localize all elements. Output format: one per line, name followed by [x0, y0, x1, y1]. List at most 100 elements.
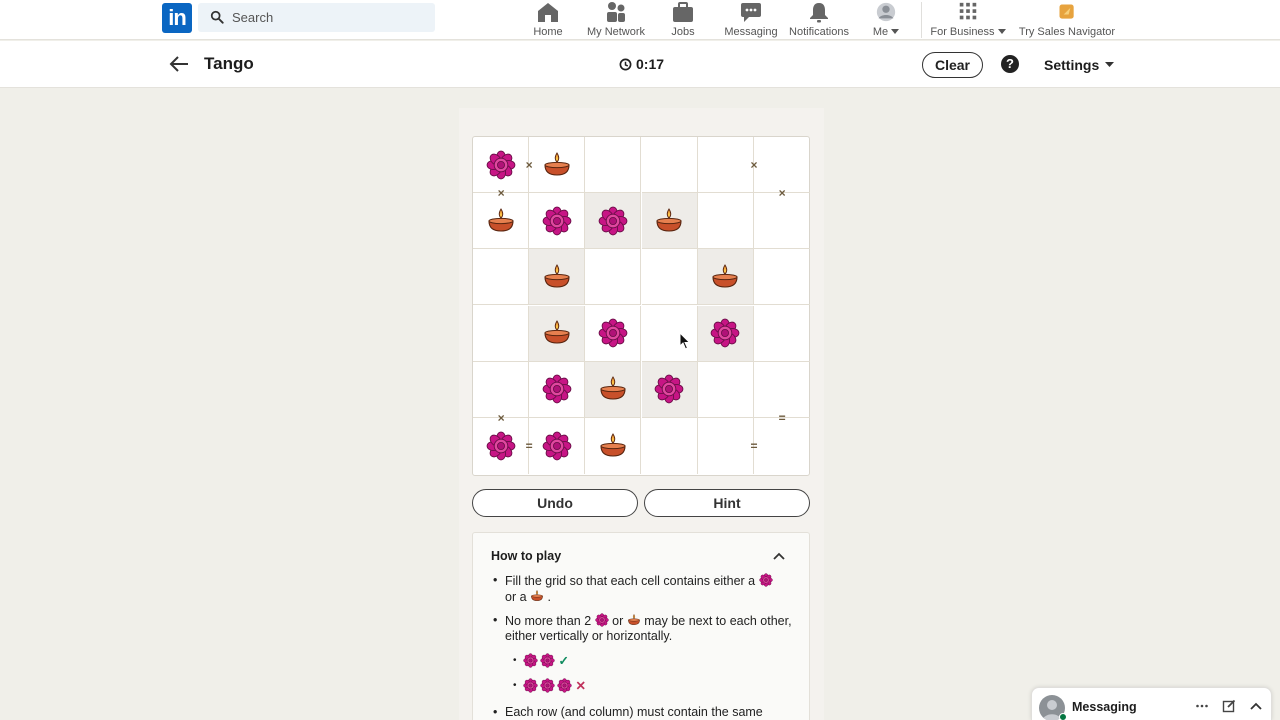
sun-icon [539, 678, 555, 693]
grid-cell-r1c4[interactable] [697, 193, 754, 250]
messaging-dock[interactable]: Messaging [1031, 687, 1272, 720]
nav-for-business[interactable]: For Business [930, 1, 1006, 39]
caret-down-icon [891, 29, 900, 34]
grid-cell-r1c2[interactable] [585, 193, 642, 250]
grid-cell-r0c5[interactable] [754, 137, 810, 193]
grid-cell-r5c0[interactable] [473, 418, 529, 474]
back-arrow-icon[interactable] [168, 53, 190, 75]
nav-jobs[interactable]: Jobs [668, 1, 698, 39]
moon-icon [627, 614, 640, 625]
grid-cell-r3c1[interactable] [529, 305, 586, 362]
grid-cell-r2c2[interactable] [585, 249, 642, 306]
rule-1-text-c: . [547, 590, 551, 604]
grid-cell-r0c2[interactable] [585, 137, 642, 193]
grid-cell-r2c3[interactable] [641, 249, 698, 306]
rule-3: • Each row (and column) must contain the… [493, 705, 793, 720]
clear-button[interactable]: Clear [922, 52, 983, 78]
chevron-up-icon[interactable] [772, 549, 786, 563]
sun-icon [758, 573, 773, 587]
caret-down-icon [997, 29, 1006, 34]
grid-cell-r1c5[interactable] [754, 193, 810, 250]
online-status-dot [1059, 713, 1067, 720]
more-options-icon[interactable] [1195, 699, 1209, 713]
bell-icon [810, 3, 828, 23]
grid-cell-r4c1[interactable] [529, 361, 586, 418]
grid-cell-r0c0[interactable] [473, 137, 529, 193]
sun-icon [486, 431, 515, 461]
grid-cell-r4c2[interactable] [585, 361, 642, 418]
search-icon [210, 10, 224, 24]
global-nav: in Home My Network Jobs Messaging Notifi… [0, 0, 1280, 40]
chevron-up-icon[interactable] [1249, 699, 1263, 713]
sun-icon [556, 678, 572, 693]
search-bar[interactable] [198, 3, 435, 32]
help-icon[interactable]: ? [1001, 55, 1019, 73]
sun-icon [598, 206, 628, 236]
grid-cell-r3c0[interactable] [473, 305, 529, 362]
settings-dropdown[interactable]: Settings [1044, 57, 1115, 73]
timer-value: 0:17 [636, 56, 665, 72]
compose-icon[interactable] [1222, 699, 1236, 713]
grid-cell-r5c3[interactable] [642, 418, 698, 474]
avatar [876, 2, 896, 22]
grid-cell-r1c3[interactable] [641, 193, 698, 250]
grid-cell-r0c4[interactable] [697, 137, 754, 193]
sun-icon [542, 206, 572, 236]
grid-cell-r3c3[interactable] [641, 305, 698, 362]
nav-sales-navigator-label: Try Sales Navigator [1018, 26, 1116, 38]
nav-my-network-label: My Network [586, 26, 646, 38]
rule-2-text-a: No more than 2 [505, 614, 592, 628]
nav-divider [921, 2, 922, 38]
network-icon [607, 2, 625, 22]
grid-cell-r5c2[interactable] [585, 418, 642, 474]
nav-me[interactable]: Me [871, 1, 901, 39]
search-input[interactable] [232, 3, 427, 32]
grid-cell-r2c1[interactable] [529, 249, 586, 306]
nav-notifications[interactable]: Notifications [788, 1, 850, 39]
grid-cell-r4c3[interactable] [641, 361, 698, 418]
grid-cell-r0c1[interactable] [529, 137, 586, 193]
nav-messaging[interactable]: Messaging [723, 1, 779, 39]
messaging-label: Messaging [1072, 700, 1137, 714]
grid-cell-r3c4[interactable] [697, 305, 754, 362]
grid-cell-r1c1[interactable] [529, 193, 586, 250]
grid-cell-r5c5[interactable] [754, 418, 810, 474]
linkedin-logo[interactable]: in [162, 3, 192, 33]
briefcase-icon [673, 2, 693, 22]
grid-cell-r2c5[interactable] [754, 249, 810, 306]
hint-button[interactable]: Hint [644, 489, 810, 517]
how-to-play-panel: How to play • Fill the grid so that each… [472, 532, 810, 720]
moon-icon [544, 264, 570, 288]
undo-button[interactable]: Undo [472, 489, 638, 517]
grid-cell-r5c1[interactable] [529, 418, 586, 474]
game-title: Tango [204, 54, 254, 73]
rule-1-text-b: or a [505, 590, 527, 604]
grid-cell-r4c5[interactable] [754, 362, 810, 418]
nav-my-network[interactable]: My Network [585, 1, 647, 39]
grid-cell-r1c0[interactable] [473, 193, 529, 250]
sun-icon [598, 318, 628, 348]
sales-navigator-icon [1059, 4, 1074, 19]
nav-for-business-label: For Business [930, 26, 1006, 39]
moon-icon [712, 264, 738, 288]
tango-board [472, 136, 810, 476]
grid-cell-r0c3[interactable] [641, 137, 698, 193]
grid-cell-r3c2[interactable] [585, 305, 642, 362]
how-to-play-title: How to play [491, 549, 562, 563]
moon-icon [531, 590, 543, 601]
moon-icon [544, 320, 570, 344]
cross-icon: ✕ [575, 679, 586, 693]
rule-2-text-b: or [612, 614, 624, 628]
grid-cell-r5c4[interactable] [698, 418, 754, 474]
example-valid: • ✓ [513, 653, 569, 668]
sun-icon [542, 431, 572, 461]
rule-2: • No more than 2 or may be next to each … [493, 613, 792, 643]
grid-cell-r2c4[interactable] [697, 249, 754, 306]
nav-sales-navigator[interactable]: Try Sales Navigator [1018, 1, 1116, 39]
grid-cell-r3c5[interactable] [754, 306, 810, 362]
grid-cell-r4c4[interactable] [697, 361, 754, 418]
grid-cell-r2c0[interactable] [473, 249, 529, 306]
grid-cell-r4c0[interactable] [473, 361, 529, 418]
clock-icon [619, 58, 632, 70]
nav-home[interactable]: Home [533, 1, 563, 39]
